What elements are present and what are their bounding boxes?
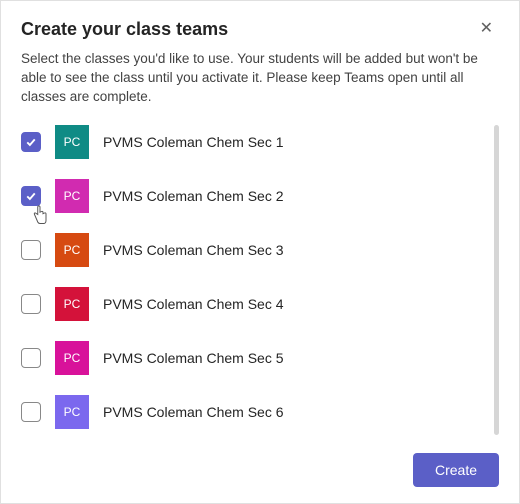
dialog-subtitle: Select the classes you'd like to use. Yo… — [21, 50, 499, 107]
class-name-label: PVMS Coleman Chem Sec 3 — [103, 242, 284, 258]
class-checkbox[interactable] — [21, 186, 41, 206]
class-tile: PC — [55, 233, 89, 267]
class-row[interactable]: PC PVMS Coleman Chem Sec 5 — [21, 341, 499, 375]
class-tile: PC — [55, 125, 89, 159]
class-tile: PC — [55, 287, 89, 321]
close-button[interactable]: ✕ — [474, 19, 499, 39]
class-checkbox[interactable] — [21, 132, 41, 152]
class-list: PC PVMS Coleman Chem Sec 1 PC PVMS Coleman … — [21, 125, 499, 437]
class-list-container: PC PVMS Coleman Chem Sec 1 PC PVMS Coleman … — [21, 125, 499, 439]
scrollbar[interactable] — [494, 125, 499, 435]
class-tile: PC — [55, 395, 89, 429]
class-row[interactable]: PC PVMS Coleman Chem Sec 1 — [21, 125, 499, 159]
class-checkbox[interactable] — [21, 348, 41, 368]
class-tile: PC — [55, 179, 89, 213]
class-checkbox[interactable] — [21, 294, 41, 314]
class-checkbox[interactable] — [21, 402, 41, 422]
class-row[interactable]: PC PVMS Coleman Chem Sec 3 — [21, 233, 499, 267]
class-name-label: PVMS Coleman Chem Sec 5 — [103, 350, 284, 366]
class-name-label: PVMS Coleman Chem Sec 1 — [103, 134, 284, 150]
create-class-teams-dialog: Create your class teams ✕ Select the cla… — [1, 1, 519, 503]
dialog-title: Create your class teams — [21, 19, 228, 40]
create-button[interactable]: Create — [413, 453, 499, 487]
pointer-cursor-icon — [31, 205, 49, 227]
class-name-label: PVMS Coleman Chem Sec 4 — [103, 296, 284, 312]
class-checkbox[interactable] — [21, 240, 41, 260]
class-row[interactable]: PC PVMS Coleman Chem Sec 4 — [21, 287, 499, 321]
dialog-footer: Create — [21, 439, 499, 503]
class-row[interactable]: PC PVMS Coleman Chem Sec 2 — [21, 179, 499, 213]
class-name-label: PVMS Coleman Chem Sec 6 — [103, 404, 284, 420]
dialog-header: Create your class teams ✕ — [21, 19, 499, 40]
class-name-label: PVMS Coleman Chem Sec 2 — [103, 188, 284, 204]
class-tile: PC — [55, 341, 89, 375]
class-row[interactable]: PC PVMS Coleman Chem Sec 6 — [21, 395, 499, 429]
